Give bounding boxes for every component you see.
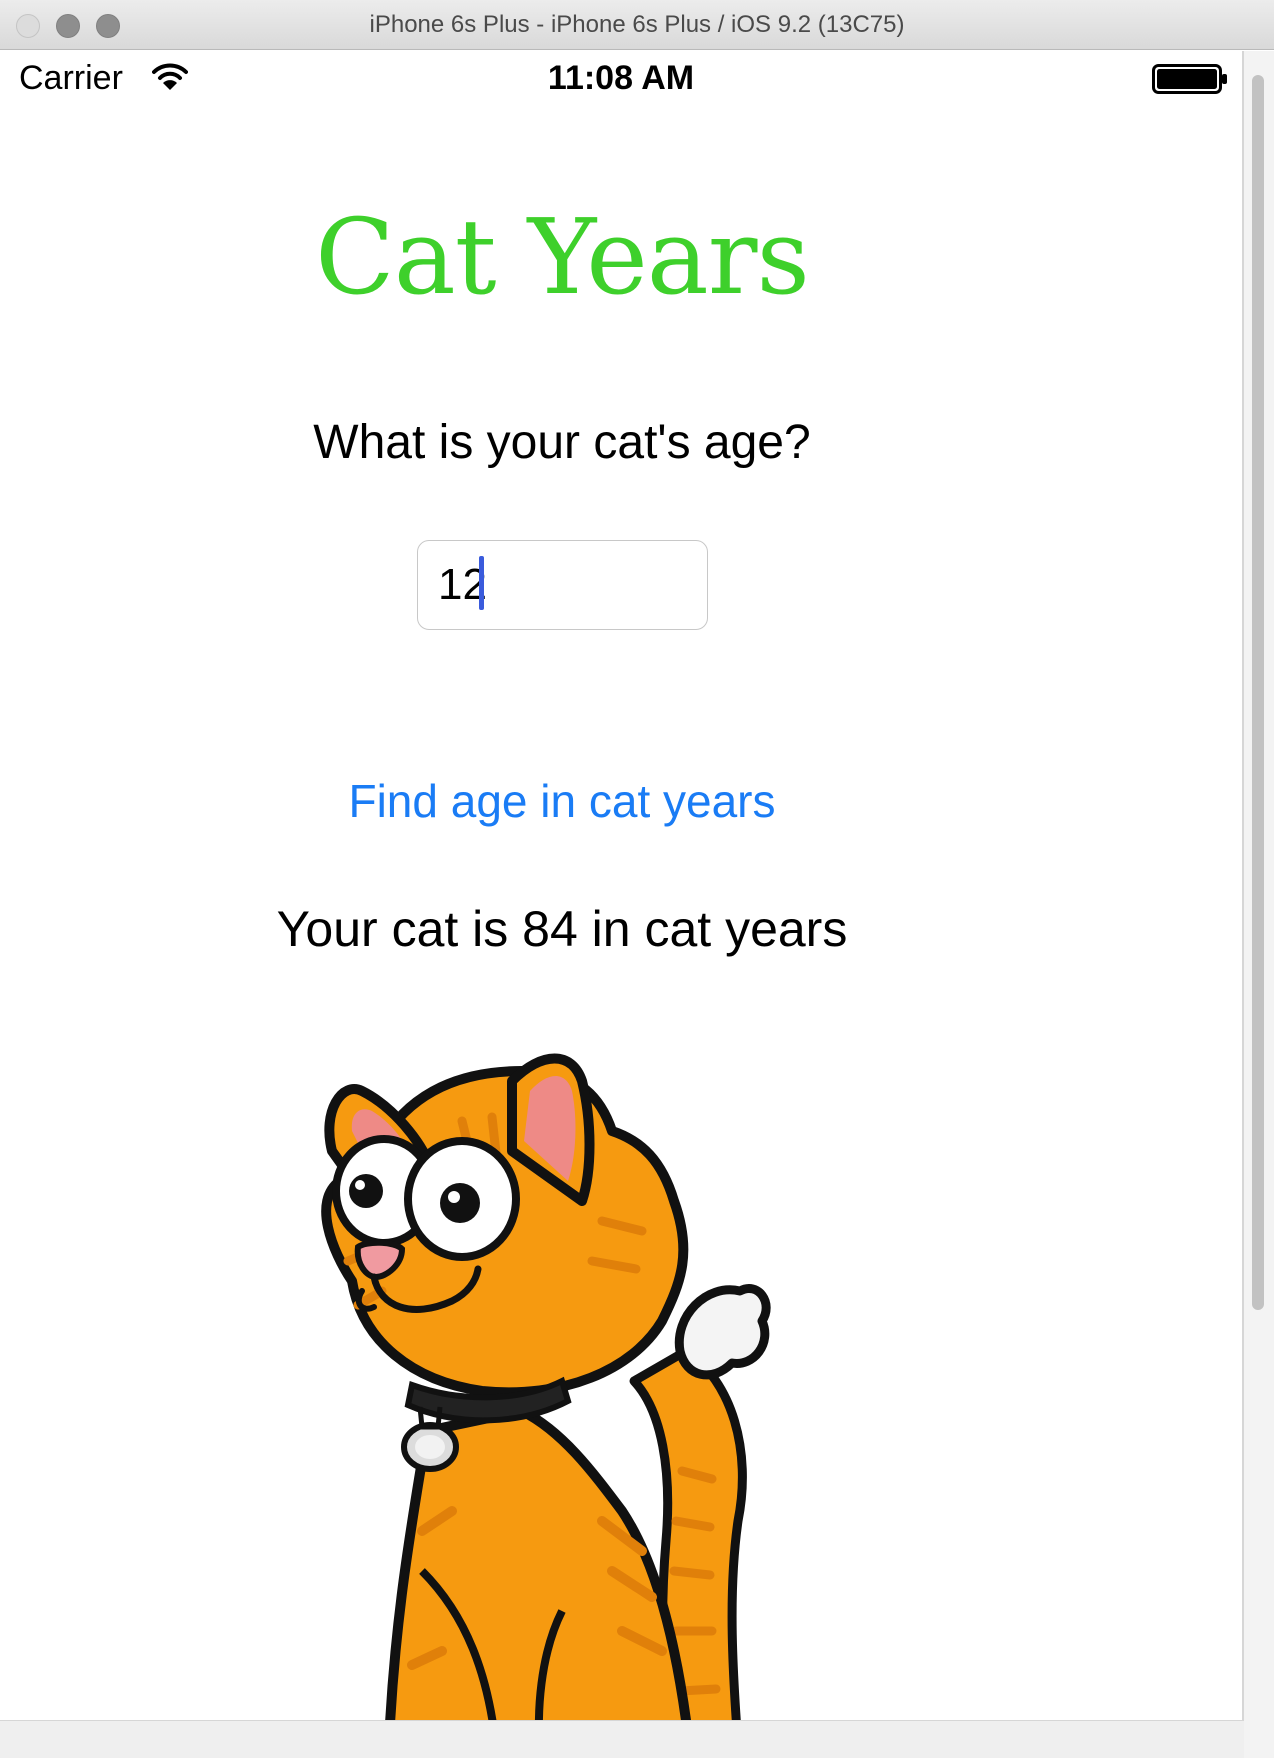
cat-illustration [321, 1053, 771, 1720]
window-scrollbar-thumb[interactable] [1252, 75, 1264, 1310]
status-bar: Carrier 11:08 AM [0, 51, 1242, 111]
battery-icon [1152, 64, 1227, 94]
device-screen: Carrier 11:08 AM Cat Years What is your … [0, 51, 1242, 1720]
find-age-button[interactable]: Find age in cat years [330, 774, 794, 828]
window-title: iPhone 6s Plus - iPhone 6s Plus / iOS 9.… [369, 11, 905, 38]
age-question-label: What is your cat's age? [313, 416, 811, 469]
age-input[interactable] [417, 540, 708, 630]
window-bottom-edge [0, 1720, 1244, 1758]
simulator-title-bar: iPhone 6s Plus - iPhone 6s Plus / iOS 9.… [0, 0, 1274, 50]
text-caret [479, 556, 484, 610]
app-title: Cat Years [315, 196, 810, 318]
result-label: Your cat is 84 in cat years [276, 901, 848, 957]
status-time: 11:08 AM [547, 59, 695, 97]
